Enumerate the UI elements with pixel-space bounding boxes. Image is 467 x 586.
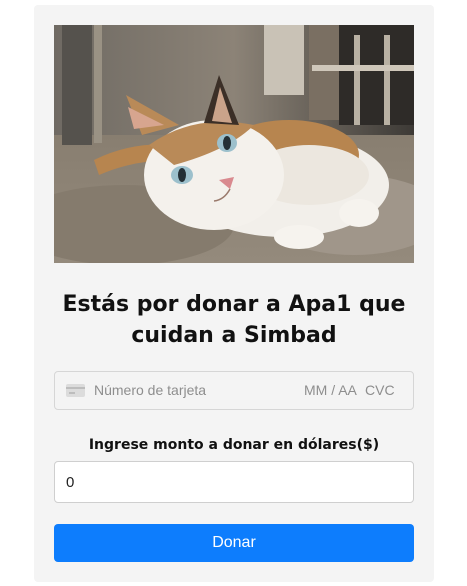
- cat-image: [54, 25, 414, 263]
- page-title: Estás por donar a Apa1 que cuidan a Simb…: [62, 292, 406, 348]
- amount-input[interactable]: [54, 461, 414, 503]
- pet-photo: [54, 25, 414, 263]
- donation-card: Estás por donar a Apa1 que cuidan a Simb…: [34, 5, 434, 582]
- amount-label: Ingrese monto a donar en dólares($): [88, 437, 380, 453]
- credit-card-icon: [66, 384, 85, 397]
- card-number-placeholder[interactable]: Número de tarjeta: [94, 382, 206, 398]
- card-details-field[interactable]: Número de tarjeta MM / AA CVC: [54, 371, 414, 410]
- donate-button[interactable]: Donar: [54, 524, 414, 562]
- card-expiry-placeholder[interactable]: MM / AA: [304, 382, 357, 398]
- card-cvc-placeholder[interactable]: CVC: [365, 382, 395, 398]
